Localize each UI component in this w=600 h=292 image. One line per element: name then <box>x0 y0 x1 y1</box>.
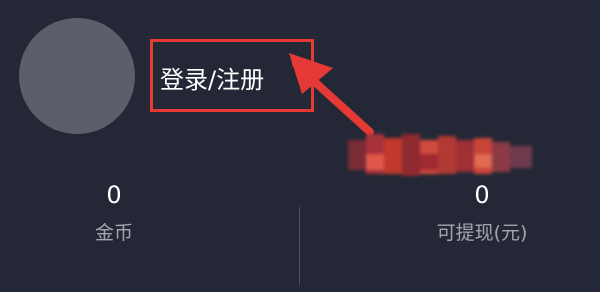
coins-label: 金币 <box>94 222 133 244</box>
withdrawable-value: 0 <box>474 181 490 209</box>
coins-value: 0 <box>106 181 122 209</box>
login-register-link[interactable]: 登录/注册 <box>160 60 264 100</box>
avatar[interactable] <box>19 18 135 134</box>
withdrawable-label: 可提现(元) <box>436 222 528 244</box>
redacted-area <box>348 134 532 176</box>
coins-stat[interactable]: 0 金币 <box>24 180 204 246</box>
profile-header: 登录/注册 0 金币 0 可提现(元) <box>0 0 600 292</box>
stat-divider <box>299 207 300 285</box>
withdrawable-stat[interactable]: 0 可提现(元) <box>392 180 572 246</box>
